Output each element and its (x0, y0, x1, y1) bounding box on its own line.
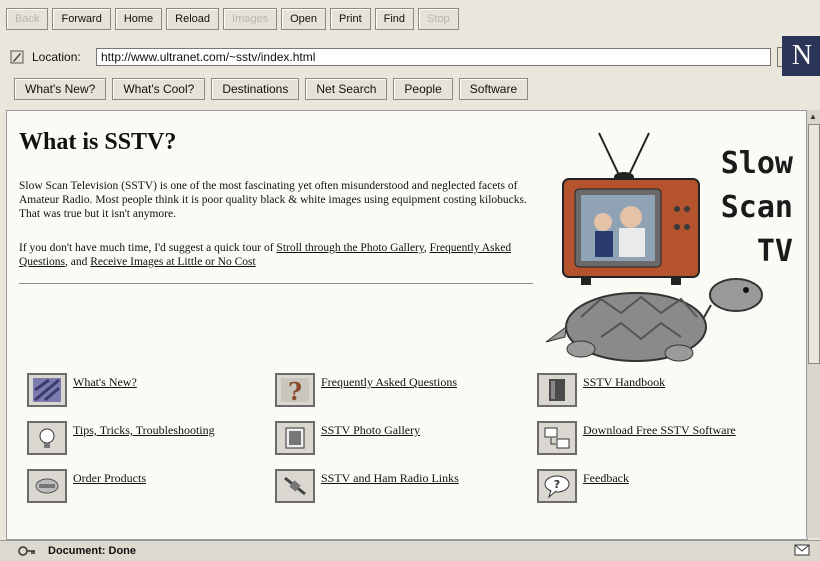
security-key-icon[interactable] (18, 544, 36, 558)
browser-window: Back Forward Home Reload Images Open Pri… (0, 0, 820, 561)
software-directory-button[interactable]: Software (458, 78, 529, 100)
open-button[interactable]: Open (281, 8, 327, 30)
mail-icon[interactable] (794, 544, 810, 556)
back-button[interactable]: Back (6, 8, 49, 30)
satellite-icon[interactable] (275, 469, 315, 503)
receive-images-link[interactable]: Receive Images at Little or No Cost (90, 256, 255, 268)
link-item-handbook: SSTV Handbook (537, 373, 665, 407)
location-input[interactable] (96, 48, 771, 66)
netscape-logo[interactable]: N (782, 36, 820, 76)
tour-prefix: If you don't have much time, I'd suggest… (19, 242, 277, 254)
lightbulb-icon[interactable] (27, 421, 67, 455)
sstv-handbook-link[interactable]: SSTV Handbook (583, 375, 665, 390)
page-content: What is SSTV? Slow Scan Television (SSTV… (6, 110, 808, 540)
print-button[interactable]: Print (330, 8, 371, 30)
status-text: Document: Done (48, 545, 136, 557)
download-software-link[interactable]: Download Free SSTV Software (583, 423, 736, 438)
faq-link[interactable]: Frequently Asked Questions (321, 375, 457, 390)
feedback-link[interactable]: Feedback (583, 471, 629, 486)
slow-scan-tv-illustration: Slow Scan TV (545, 132, 794, 362)
link-item-tips: Tips, Tricks, Troubleshooting (27, 421, 215, 455)
art-text-tv: TV (757, 234, 793, 269)
art-text-slow: Slow (721, 146, 794, 181)
location-bar: Location: ▼ (6, 44, 796, 70)
reload-button[interactable]: Reload (166, 8, 220, 30)
whats-new-link[interactable]: What's New? (73, 375, 137, 390)
link-item-feedback: ? Feedback (537, 469, 629, 503)
photo-gallery-stroll-link[interactable]: Stroll through the Photo Gallery (276, 242, 423, 254)
scroll-up-icon[interactable]: ▲ (809, 112, 817, 121)
whats-new-icon[interactable] (27, 373, 67, 407)
ham-radio-links-link[interactable]: SSTV and Ham Radio Links (321, 471, 459, 486)
images-button[interactable]: Images (223, 8, 278, 30)
location-label: Location: (32, 50, 81, 64)
net-search-directory-button[interactable]: Net Search (305, 78, 388, 100)
link-item-whats-new: What's New? (27, 373, 137, 407)
find-button[interactable]: Find (374, 8, 415, 30)
bookmark-icon[interactable] (10, 50, 24, 64)
svg-text:?: ? (554, 478, 560, 491)
page-title: What is SSTV? (19, 129, 177, 155)
order-products-link[interactable]: Order Products (73, 471, 146, 486)
photo-icon[interactable] (275, 421, 315, 455)
horizontal-rule (19, 283, 533, 284)
whats-new-directory-button[interactable]: What's New? (14, 78, 107, 100)
link-item-order: Order Products (27, 469, 146, 503)
question-icon[interactable]: ? (275, 373, 315, 407)
svg-text:?: ? (288, 377, 302, 404)
book-icon[interactable] (537, 373, 577, 407)
tour-paragraph: If you don't have much time, I'd suggest… (19, 242, 512, 268)
whats-cool-directory-button[interactable]: What's Cool? (112, 78, 206, 100)
intro-paragraph: Slow Scan Television (SSTV) is one of th… (19, 180, 527, 220)
link-item-faq: ? Frequently Asked Questions (275, 373, 457, 407)
people-directory-button[interactable]: People (393, 78, 453, 100)
stop-button[interactable]: Stop (418, 8, 459, 30)
forward-button[interactable]: Forward (52, 8, 111, 30)
download-icon[interactable] (537, 421, 577, 455)
order-icon[interactable] (27, 469, 67, 503)
link-item-photo-gallery: SSTV Photo Gallery (275, 421, 420, 455)
status-bar: Document: Done (0, 540, 820, 561)
directory-buttons: What's New? What's Cool? Destinations Ne… (14, 78, 529, 102)
photo-gallery-link[interactable]: SSTV Photo Gallery (321, 423, 420, 438)
tips-tricks-link[interactable]: Tips, Tricks, Troubleshooting (73, 423, 215, 438)
link-item-download: Download Free SSTV Software (537, 421, 736, 455)
art-text-scan: Scan (721, 190, 793, 225)
link-item-ham-links: SSTV and Ham Radio Links (275, 469, 459, 503)
scroll-thumb[interactable] (808, 124, 820, 364)
feedback-icon[interactable]: ? (537, 469, 577, 503)
navigation-toolbar: Back Forward Home Reload Images Open Pri… (6, 8, 459, 34)
vertical-scrollbar[interactable]: ▲ (806, 110, 820, 538)
home-button[interactable]: Home (114, 8, 163, 30)
destinations-directory-button[interactable]: Destinations (211, 78, 300, 100)
